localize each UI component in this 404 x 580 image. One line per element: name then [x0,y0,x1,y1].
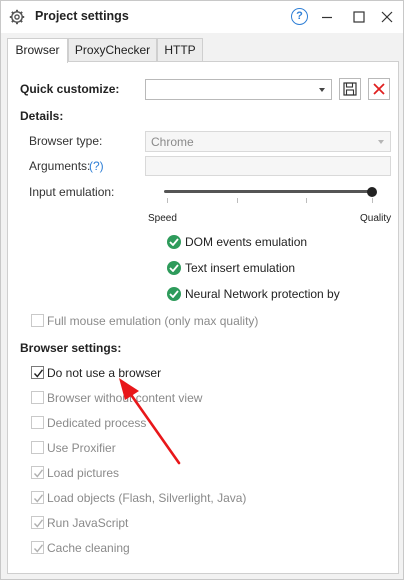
save-icon [343,82,357,96]
slider-tick [306,198,307,203]
use-proxifier-label: Use Proxifier [47,441,116,455]
slider-min-label: Speed [148,213,177,224]
cache-cleaning-label: Cache cleaning [47,541,130,555]
browser-without-content-view-label: Browser without content view [47,391,203,405]
slider-tick [237,198,238,203]
dom-events-emulation-label: DOM events emulation [185,235,308,249]
clear-icon [373,83,385,95]
title-bar: Project settings ? [1,1,403,33]
quick-customize-select[interactable] [145,79,332,100]
slider-tick [372,198,373,203]
check-circle-icon [167,235,181,249]
arguments-help-link[interactable]: (?) [89,159,104,173]
use-proxifier-checkbox[interactable] [31,441,44,454]
text-insert-emulation-label: Text insert emulation [185,261,296,275]
cache-cleaning-checkbox[interactable] [31,541,44,554]
browser-type-value: Chrome [151,135,194,149]
browser-tab-panel: Quick customize: Details: Browser type: … [7,61,399,574]
project-settings-window: Project settings ? Browser ProxyChecker … [0,0,404,580]
gear-icon [9,9,25,25]
full-mouse-emulation-checkbox[interactable] [31,314,44,327]
dedicated-process-label: Dedicated process [47,416,147,430]
quick-customize-label: Quick customize: [20,82,120,96]
chevron-down-icon [319,88,325,92]
run-javascript-checkbox[interactable] [31,516,44,529]
load-objects-checkbox[interactable] [31,491,44,504]
slider-tick [167,198,168,203]
tab-http[interactable]: HTTP [157,38,203,62]
tab-proxychecker[interactable]: ProxyChecker [68,38,157,62]
clear-button[interactable] [368,78,390,100]
load-objects-label: Load objects (Flash, Silverlight, Java) [47,491,247,505]
check-circle-icon [167,287,181,301]
do-not-use-browser-label: Do not use a browser [47,366,162,380]
arguments-label: Arguments: [29,159,91,173]
neural-network-bypass-label: Neural Network protection bypas [185,287,340,301]
details-heading: Details: [20,109,64,123]
chevron-down-icon [378,140,384,144]
check-circle-icon [167,261,181,275]
browser-type-label: Browser type: [29,134,103,148]
browser-without-content-view-checkbox[interactable] [31,391,44,404]
browser-settings-heading: Browser settings: [20,341,122,355]
save-button[interactable] [339,78,361,100]
dedicated-process-checkbox[interactable] [31,416,44,429]
do-not-use-browser-checkbox[interactable] [31,366,44,379]
help-button[interactable]: ? [291,8,308,25]
load-pictures-checkbox[interactable] [31,466,44,479]
close-icon[interactable] [377,7,397,27]
input-emulation-label: Input emulation: [29,185,115,199]
maximize-icon[interactable] [349,7,369,27]
slider-max-label: Quality [360,213,392,224]
input-emulation-slider[interactable] [164,190,373,193]
full-mouse-emulation-label: Full mouse emulation (only max quality) [47,314,259,328]
load-pictures-label: Load pictures [47,466,120,480]
tab-browser[interactable]: Browser [7,38,68,63]
slider-thumb[interactable] [367,187,377,197]
run-javascript-label: Run JavaScript [47,516,129,530]
window-title: Project settings [35,9,129,23]
browser-type-select[interactable]: Chrome [145,131,391,152]
minimize-icon[interactable] [317,7,337,27]
arguments-field[interactable] [145,156,391,176]
